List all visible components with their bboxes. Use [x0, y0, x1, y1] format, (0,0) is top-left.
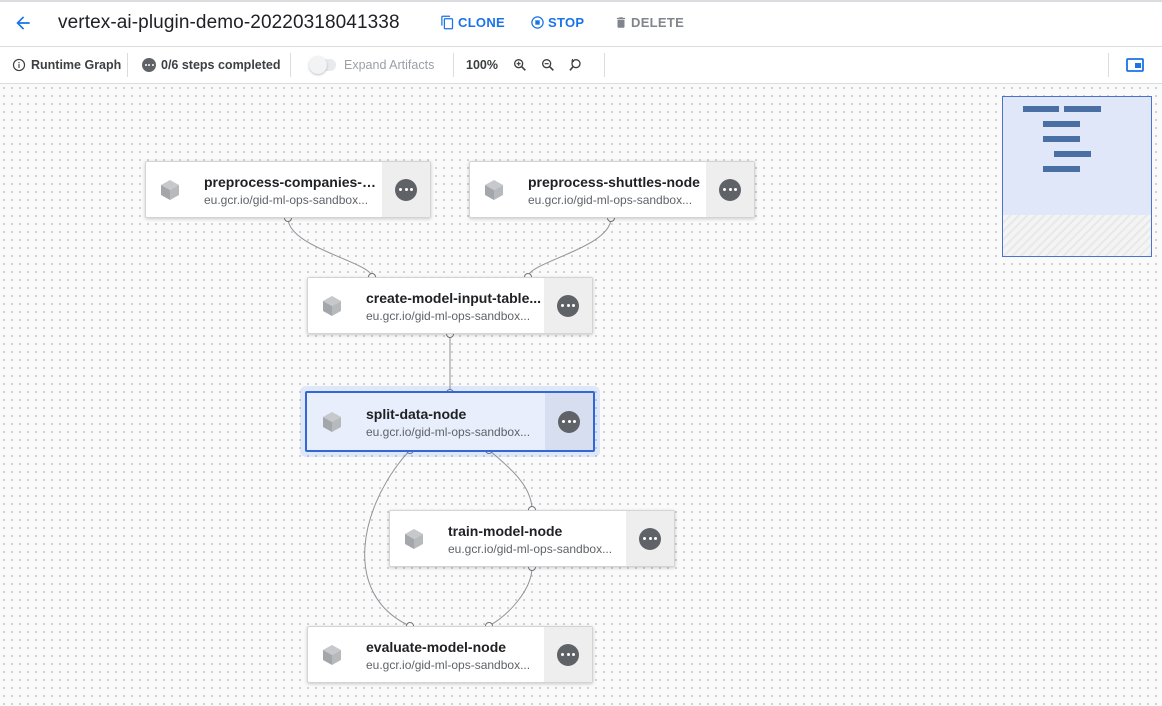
toggle-knob: [309, 56, 327, 74]
pipeline-node-create-model-input-table[interactable]: create-model-input-table... eu.gcr.io/gi…: [307, 277, 593, 334]
edge-shuttles-to-create: [527, 217, 612, 278]
zoom-level: 100%: [466, 58, 498, 72]
runtime-graph-info[interactable]: Runtime Graph: [12, 47, 121, 83]
delete-label: DELETE: [631, 15, 685, 30]
back-button[interactable]: [8, 8, 38, 38]
node-menu-button[interactable]: [626, 511, 674, 566]
node-menu-button[interactable]: [706, 162, 754, 217]
zoom-out-icon: [542, 59, 554, 71]
zoom-out-button[interactable]: [538, 55, 558, 75]
node-name: train-model-node: [448, 523, 563, 539]
page-title: vertex-ai-plugin-demo-20220318041338: [58, 12, 400, 33]
cube-icon: [161, 180, 179, 200]
node-image: eu.gcr.io/gid-ml-ops-sandbox...: [366, 658, 531, 672]
stop-label: STOP: [548, 15, 585, 30]
zoom-reset-icon: [569, 58, 581, 71]
graph-minimap[interactable]: [1002, 96, 1152, 257]
minimap-node: [1043, 166, 1080, 172]
more-horiz-icon: [395, 178, 417, 201]
node-menu-button[interactable]: [544, 278, 592, 333]
cube-icon: [323, 645, 341, 665]
node-image: eu.gcr.io/gid-ml-ops-sandbox...: [366, 309, 531, 323]
copy-icon: [441, 15, 454, 30]
pipeline-node-train-model[interactable]: train-model-node eu.gcr.io/gid-ml-ops-sa…: [389, 510, 675, 567]
clone-label: CLONE: [458, 15, 505, 30]
stop-button[interactable]: STOP: [530, 15, 584, 30]
more-horiz-icon: [142, 58, 156, 72]
zoom-in-button[interactable]: [510, 55, 530, 75]
node-image: eu.gcr.io/gid-ml-ops-sandbox...: [528, 193, 693, 207]
node-menu-button[interactable]: [382, 162, 430, 217]
graph-canvas[interactable]: preprocess-companies-n... eu.gcr.io/gid-…: [0, 84, 1162, 706]
delete-button[interactable]: DELETE: [614, 15, 684, 30]
expand-artifacts-toggle[interactable]: Expand Artifacts: [309, 47, 435, 83]
node-image: eu.gcr.io/gid-ml-ops-sandbox...: [448, 542, 613, 556]
info-icon: [12, 58, 26, 72]
stop-circle-icon: [531, 16, 544, 29]
trash-icon: [616, 17, 626, 28]
node-menu-button[interactable]: [544, 627, 592, 682]
pipeline-node-preprocess-shuttles[interactable]: preprocess-shuttles-node eu.gcr.io/gid-m…: [469, 161, 755, 218]
zoom-reset-button[interactable]: [566, 55, 586, 75]
minimap-node: [1064, 106, 1101, 112]
minimap-node: [1054, 151, 1091, 157]
expand-artifacts-label: Expand Artifacts: [344, 58, 435, 72]
minimap-node: [1023, 106, 1059, 112]
pipeline-node-split-data[interactable]: split-data-node eu.gcr.io/gid-ml-ops-san…: [305, 391, 595, 452]
header-bar: vertex-ai-plugin-demo-20220318041338 CLO…: [0, 0, 1162, 47]
edge-split-to-train: [488, 449, 533, 511]
toggle-track[interactable]: [309, 56, 336, 74]
pipeline-page: vertex-ai-plugin-demo-20220318041338 CLO…: [0, 0, 1162, 706]
cube-icon: [323, 296, 341, 316]
toolbar-divider: [453, 53, 454, 77]
node-name: preprocess-companies-n...: [204, 174, 380, 190]
edge-train-to-evaluate: [488, 566, 533, 627]
more-horiz-icon: [639, 527, 661, 550]
zoom-in-icon: [514, 59, 526, 71]
arrow-back-icon: [16, 16, 30, 30]
node-name: evaluate-model-node: [366, 639, 507, 655]
graph-toolbar: Runtime Graph 0/6 steps completed Expand…: [0, 47, 1162, 84]
steps-status: 0/6 steps completed: [142, 47, 281, 83]
steps-label: 0/6 steps completed: [161, 58, 281, 72]
edge-companies-to-create: [287, 217, 373, 278]
cube-icon: [323, 412, 341, 432]
minimap-node: [1043, 121, 1080, 127]
node-image: eu.gcr.io/gid-ml-ops-sandbox...: [366, 425, 531, 439]
toolbar-divider: [290, 53, 291, 77]
runtime-graph-label: Runtime Graph: [31, 58, 122, 72]
node-name: create-model-input-table...: [366, 290, 542, 306]
cube-icon: [485, 180, 503, 200]
pipeline-node-evaluate-model[interactable]: evaluate-model-node eu.gcr.io/gid-ml-ops…: [307, 626, 593, 683]
node-name: split-data-node: [366, 406, 467, 422]
more-horiz-icon: [557, 643, 579, 666]
minimap-node: [1043, 136, 1080, 142]
node-image: eu.gcr.io/gid-ml-ops-sandbox...: [204, 193, 369, 207]
more-horiz-icon: [719, 178, 741, 201]
pipeline-node-preprocess-companies[interactable]: preprocess-companies-n... eu.gcr.io/gid-…: [145, 161, 431, 218]
side-panel-button[interactable]: [1124, 55, 1146, 75]
toolbar-divider: [604, 53, 605, 77]
more-horiz-icon: [558, 410, 580, 433]
toolbar-divider: [1108, 53, 1109, 77]
more-horiz-icon: [557, 294, 579, 317]
node-name: preprocess-shuttles-node: [528, 174, 700, 190]
cube-icon: [405, 529, 423, 549]
clone-button[interactable]: CLONE: [440, 15, 505, 30]
toolbar-divider: [127, 53, 128, 77]
node-menu-button[interactable]: [545, 393, 593, 450]
side-panel-icon: [1126, 58, 1144, 72]
